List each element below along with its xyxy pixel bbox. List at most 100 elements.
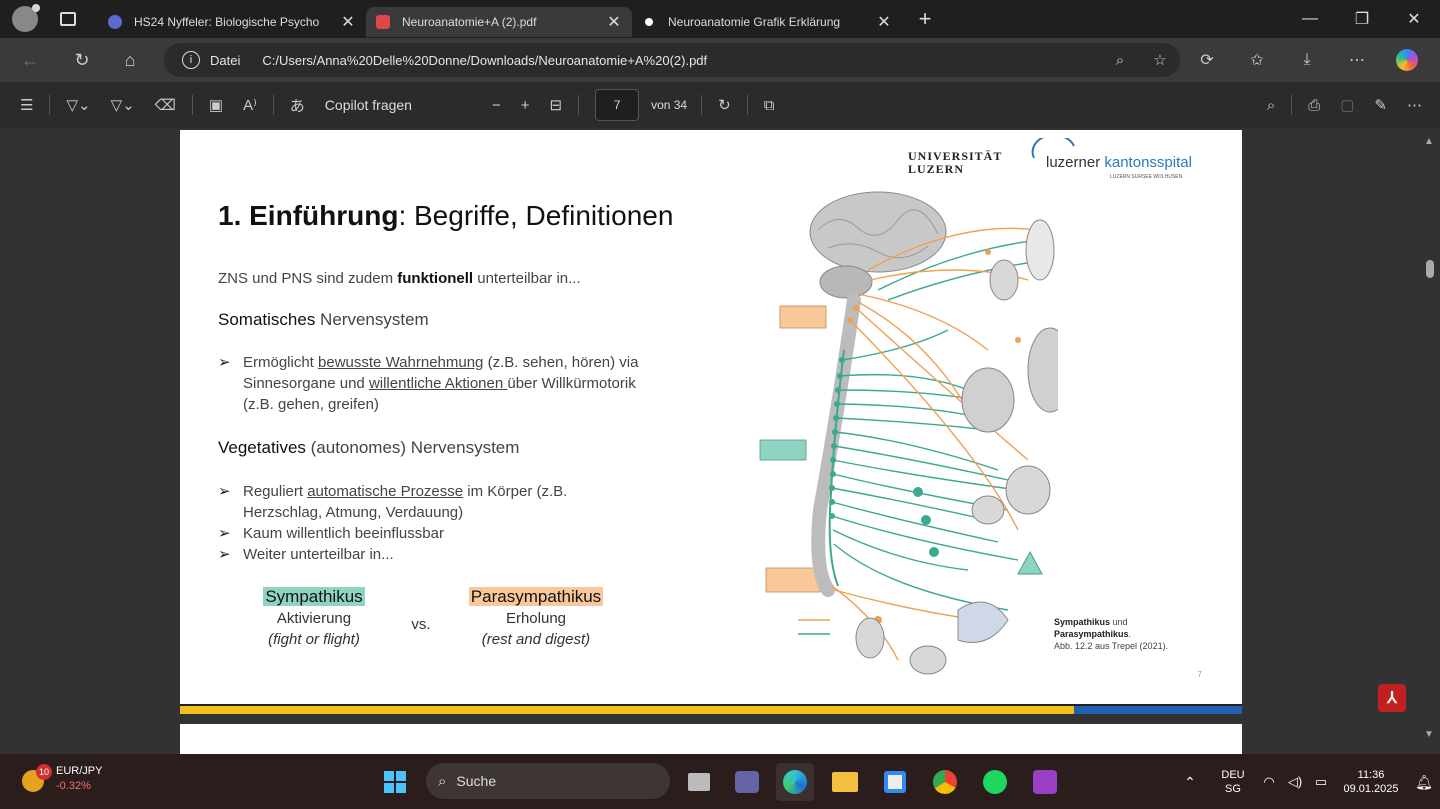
luks-name-b: kantonsspital	[1104, 154, 1192, 171]
two-page-icon[interactable]: ⧉	[754, 97, 785, 114]
more-options-icon[interactable]: ⋯	[1397, 96, 1432, 114]
search-icon[interactable]: ⌕	[1257, 97, 1285, 114]
extensions-icon[interactable]: ⟳	[1182, 44, 1232, 76]
widgets-ticker[interactable]: 10 EUR/JPY -0.32%	[20, 764, 102, 794]
new-tab-icon[interactable]: +	[910, 6, 940, 32]
divider	[746, 95, 748, 115]
battery-icon[interactable]: ▭	[1308, 774, 1334, 789]
address-bar[interactable]: i Datei C:/Users/Anna%20Delle%20Donne/Do…	[164, 43, 1180, 77]
caption-text: .	[1128, 629, 1132, 639]
save-as-icon[interactable]: ✎	[1364, 96, 1397, 114]
notification-bell-icon[interactable]: 🔔︎	[1408, 775, 1440, 789]
teams-icon[interactable]	[728, 763, 766, 801]
save-icon[interactable]: ▢	[1330, 96, 1364, 114]
heart-icon	[961, 367, 1015, 433]
somatic-heading: Somatisches Nervensystem	[218, 310, 429, 330]
sacral-label-box	[765, 567, 821, 593]
spotify-icon[interactable]	[976, 763, 1014, 801]
rotate-icon[interactable]: ↻	[708, 96, 741, 114]
edge-icon[interactable]	[776, 763, 814, 801]
chevron-up-icon[interactable]: ⌃	[1170, 775, 1210, 789]
downloads-icon[interactable]: ⤓	[1282, 44, 1332, 76]
title-bold: 1. Einführung	[218, 200, 399, 231]
caption-source: Abb. 12.2 aus Trepel (2021).	[1054, 641, 1169, 651]
arrow-bullet-icon: ➢	[218, 525, 231, 542]
slide-page-number: 7	[1197, 670, 1202, 679]
eraser-icon[interactable]: ⌫	[145, 96, 186, 114]
cerebellum-icon	[819, 265, 873, 299]
zoom-out-icon[interactable]: −	[482, 97, 511, 114]
zoom-search-icon[interactable]: ⌕	[1100, 52, 1140, 69]
tab-actions-icon[interactable]	[60, 12, 76, 26]
close-tab-icon[interactable]: ✕	[876, 12, 892, 32]
translate-icon[interactable]: あ	[280, 95, 315, 116]
restore-icon[interactable]: ❐	[1336, 0, 1388, 38]
tab-title: Neuroanatomie Grafik Erklärung	[668, 15, 841, 29]
wifi-icon[interactable]: ◠	[1256, 774, 1282, 789]
pdf-viewer[interactable]: UNIVERSITÄT LUZERN luzerner kantonsspita…	[0, 128, 1440, 754]
contents-icon[interactable]: ☰	[10, 96, 43, 114]
vertical-scrollbar[interactable]: ▲ ▼	[1424, 132, 1434, 748]
zoom-in-icon[interactable]: +	[511, 97, 540, 114]
profile-avatar[interactable]	[12, 4, 40, 32]
liver-icon	[971, 495, 1005, 525]
luks-sub: LUZERN SURSEE WOLHUSEN	[1110, 174, 1183, 180]
text-underlined: automatische Prozesse	[307, 483, 464, 500]
copilot-ask-button[interactable]: Copilot fragen	[315, 97, 422, 113]
minimize-icon[interactable]: —	[1284, 0, 1336, 38]
text: im Körper (z.B.	[463, 483, 568, 500]
fit-page-icon[interactable]: ⊟	[540, 96, 573, 114]
file-explorer-icon[interactable]	[826, 763, 864, 801]
page-view-icon[interactable]: ▣	[199, 96, 233, 114]
close-window-icon[interactable]: ✕	[1388, 0, 1440, 38]
url-text[interactable]: C:/Users/Anna%20Delle%20Donne/Downloads/…	[262, 53, 1100, 68]
clock[interactable]: 11:36 09.01.2025	[1334, 768, 1408, 796]
acrobat-icon[interactable]: ⅄	[1378, 684, 1406, 712]
draw-icon[interactable]: ▽⌄	[101, 96, 145, 114]
taskbar-search[interactable]: ⌕ Suche	[426, 763, 670, 799]
back-arrow-icon[interactable]: ←	[10, 44, 50, 76]
bladder-icon	[909, 645, 947, 675]
close-tab-icon[interactable]: ✕	[340, 12, 356, 32]
task-view-icon[interactable]	[680, 763, 718, 801]
page-number-input[interactable]: 7	[595, 89, 640, 121]
start-windows-icon[interactable]	[376, 763, 414, 801]
scroll-up-icon[interactable]: ▲	[1424, 136, 1434, 147]
volume-icon[interactable]: ◁)	[1282, 774, 1308, 789]
parasympathikus-sub2: (rest and digest)	[481, 631, 591, 648]
chrome-icon[interactable]	[926, 763, 964, 801]
scroll-thumb[interactable]	[1426, 260, 1434, 278]
heading-bold: Vegetatives	[218, 438, 306, 457]
text: (z.B. sehen, hören) via	[483, 354, 639, 371]
divider	[272, 95, 274, 115]
bullet-vegetative-2: ➢ Kaum willentlich beeinflussbar	[218, 523, 444, 544]
head-eye-icon	[1025, 219, 1055, 281]
tab-hs24[interactable]: HS24 Nyffeler: Biologische Psycho ✕	[98, 7, 366, 37]
favorite-star-icon[interactable]: ☆	[1140, 51, 1180, 69]
close-tab-icon[interactable]: ✕	[606, 12, 622, 32]
tab-grafik[interactable]: Neuroanatomie Grafik Erklärung ✕	[632, 7, 902, 37]
print-icon[interactable]: ⎙	[1298, 97, 1330, 114]
favorites-icon[interactable]: ✩	[1232, 44, 1282, 76]
language-indicator[interactable]: DEU SG	[1210, 768, 1256, 796]
university-logo: UNIVERSITÄT LUZERN	[908, 150, 1002, 176]
read-aloud-icon[interactable]: A⁾	[233, 96, 267, 114]
text: unterteilbar in...	[473, 270, 581, 287]
divider	[578, 95, 580, 115]
search-label: Suche	[456, 773, 497, 789]
onenote-icon[interactable]	[1026, 763, 1064, 801]
lung-icon	[1027, 327, 1058, 413]
reload-icon[interactable]: ↻	[62, 44, 102, 76]
info-icon[interactable]: i	[182, 51, 200, 69]
more-menu-icon[interactable]: ⋯	[1332, 44, 1382, 76]
copilot-icon[interactable]	[1382, 44, 1432, 76]
caption-bold: Sympathikus	[1054, 617, 1111, 627]
sympathikus-label: Sympathikus	[263, 587, 365, 606]
store-icon[interactable]	[876, 763, 914, 801]
tab-neuroanatomie-pdf[interactable]: Neuroanatomie+A (2).pdf ✕	[366, 7, 632, 37]
scroll-down-icon[interactable]: ▼	[1424, 729, 1434, 740]
footer-bar-blue	[1074, 706, 1242, 714]
brain-icon	[809, 191, 947, 273]
home-icon[interactable]: ⌂	[110, 44, 150, 76]
highlight-icon[interactable]: ▽⌄	[56, 96, 100, 114]
